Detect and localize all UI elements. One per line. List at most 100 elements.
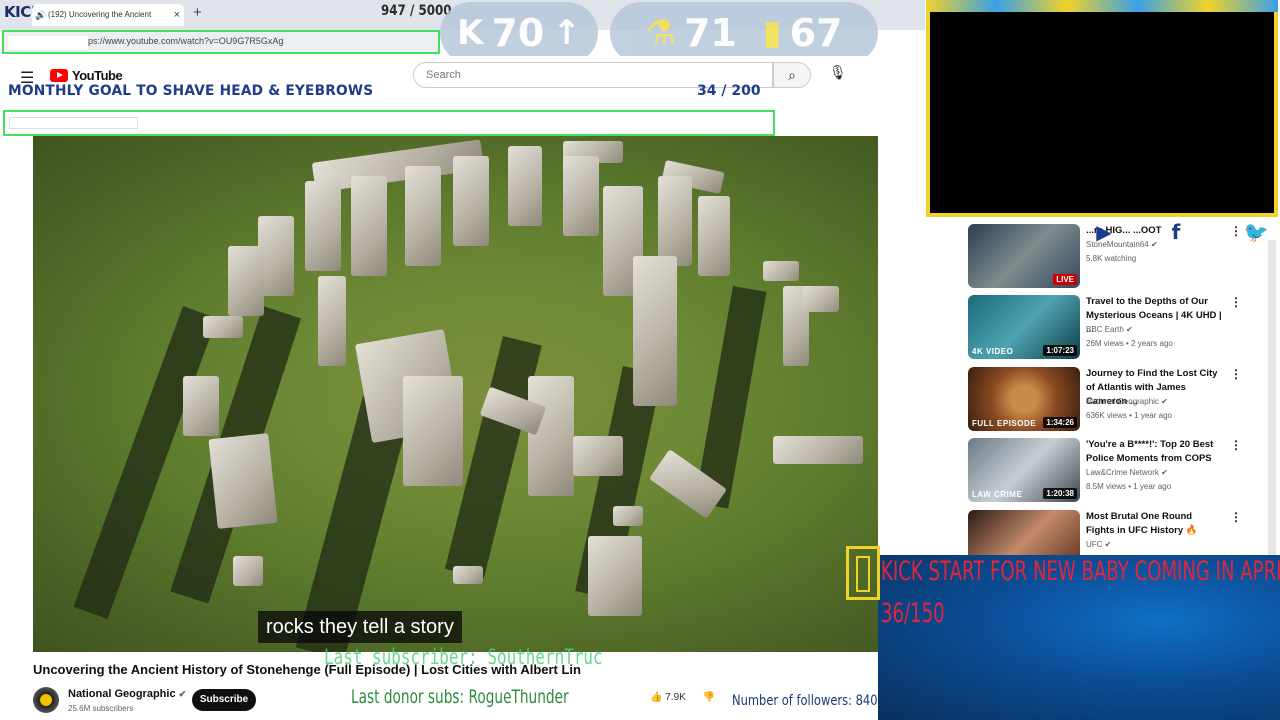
- fallen-stone: [453, 566, 483, 584]
- thumbnail-label: FULL EPISODE: [972, 419, 1037, 428]
- youtube-play-icon: [50, 69, 68, 82]
- recommendation-meta: 636K views • 1 year ago: [1086, 411, 1172, 420]
- duration-badge: 1:34:26: [1043, 417, 1077, 428]
- thumbs-down-icon[interactable]: 👎: [703, 692, 715, 703]
- goal-progress-bar: [3, 110, 775, 136]
- recommendation-meta: 26M views • 2 years ago: [1086, 339, 1173, 348]
- recommendation-meta: 8.5M views • 1 year ago: [1086, 482, 1172, 491]
- facebook-social-icon: f: [1171, 220, 1181, 244]
- recommendation-title[interactable]: Most Brutal One Round Fights in UFC Hist…: [1086, 510, 1222, 538]
- stone-upright: [508, 146, 542, 226]
- scrollbar[interactable]: [1268, 240, 1276, 560]
- duration-badge: 1:07:23: [1043, 345, 1077, 356]
- followers-stat-value: 71: [683, 11, 737, 55]
- flask-icon: ⚗: [645, 13, 676, 53]
- recommendation-item[interactable]: LAW CRIME 1:20:38 'You're a B****!': Top 2…: [968, 438, 1258, 504]
- more-options-icon[interactable]: ⋮: [1230, 438, 1242, 452]
- like-count: 7.9K: [665, 692, 686, 703]
- channel-subscribers: 25.6M subscribers: [68, 704, 134, 713]
- goal-progress-fill: [9, 117, 138, 129]
- kick-logo-icon: K: [457, 13, 484, 53]
- stone-upright: [208, 433, 278, 529]
- more-options-icon[interactable]: ⋮: [1230, 510, 1242, 524]
- recommendation-title[interactable]: 'You're a B****!': Top 20 Best Police Mo…: [1086, 438, 1222, 466]
- close-tab-icon[interactable]: ×: [174, 4, 180, 26]
- stone-upright: [588, 536, 642, 616]
- recommendation-thumbnail[interactable]: 4K VIDEO 1:07:23: [968, 295, 1080, 359]
- fallen-stone: [573, 436, 623, 476]
- stats-pill: ⚗ 71 ▮ 67: [610, 2, 878, 64]
- kicks-stat-pill: K 70 ↑: [440, 2, 598, 64]
- recommendation-item[interactable]: 4K VIDEO 1:07:23 Travel to the Depths of O…: [968, 295, 1258, 361]
- recommendation-thumbnail[interactable]: LAW CRIME 1:20:38: [968, 438, 1080, 502]
- thumbnail-label: LAW CRIME: [972, 490, 1023, 499]
- recommendation-item[interactable]: FULL EPISODE 1:34:26 Journey to Find the L…: [968, 367, 1258, 433]
- channel-name[interactable]: National Geographic ✔: [68, 688, 186, 700]
- tab-title: (192) Uncovering the Ancient: [48, 10, 152, 19]
- webcam-frame: [926, 2, 1278, 217]
- duration-badge: 1:20:38: [1043, 488, 1077, 499]
- youtube-social-icon: ▶: [1096, 220, 1112, 244]
- kick-progress-counter: 947 / 5000: [381, 3, 452, 19]
- channel-name-text: National Geographic: [68, 688, 176, 700]
- fallen-stone: [803, 286, 839, 312]
- stone-upright: [403, 376, 463, 486]
- video-caption: rocks they tell a story: [258, 611, 462, 643]
- arrow-up-icon: ↑: [552, 13, 581, 53]
- new-tab-icon[interactable]: +: [193, 4, 202, 21]
- stone-upright: [183, 376, 219, 436]
- stone-upright: [563, 156, 599, 236]
- thumbnail-label: 4K VIDEO: [972, 347, 1014, 356]
- browser-tab[interactable]: 🔊 (192) Uncovering the Ancient ×: [32, 4, 184, 26]
- kicks-stat-value: 70: [491, 11, 545, 55]
- fallen-stone: [773, 436, 863, 464]
- address-bar[interactable]: ps://www.youtube.com/watch?v=OU9G7R5GxAg: [2, 30, 440, 54]
- more-options-icon[interactable]: ⋮: [1230, 367, 1242, 381]
- stone-upright: [453, 156, 489, 246]
- followers-overlay: Number of followers: 840: [732, 693, 878, 709]
- video-player[interactable]: rocks they tell a story: [33, 136, 878, 652]
- kick-start-count: 36/150: [881, 598, 945, 629]
- verified-icon: ✔: [178, 689, 187, 699]
- stone-upright: [351, 176, 387, 276]
- stone-upright: [305, 181, 341, 271]
- bar-chart-icon: ▮: [762, 13, 782, 53]
- stream-screen: KICKS 🔊 (192) Uncovering the Ancient × +…: [0, 0, 1280, 720]
- url-redaction: [8, 36, 88, 50]
- search-icon[interactable]: ⌕: [773, 62, 811, 88]
- subscribe-button[interactable]: Subscribe: [192, 689, 256, 711]
- recommendation-thumbnail[interactable]: LIVE: [968, 224, 1080, 288]
- yellow-frame-inner: [856, 556, 870, 592]
- fallen-stone: [763, 261, 799, 281]
- thumbs-up-icon: 👍: [650, 692, 663, 703]
- recommendation-thumbnail[interactable]: FULL EPISODE 1:34:26: [968, 367, 1080, 431]
- webcam-frame-top: [926, 0, 1278, 12]
- stone-upright: [658, 176, 692, 266]
- more-options-icon[interactable]: ⋮: [1230, 295, 1242, 309]
- last-subscriber-overlay: Last subscriber: SouthernTruc: [324, 645, 603, 669]
- stone-upright: [318, 276, 346, 366]
- live-badge: LIVE: [1053, 274, 1077, 285]
- viewers-stat-value: 67: [789, 11, 843, 55]
- youtube-logo-text: YouTube: [72, 68, 123, 83]
- youtube-logo[interactable]: YouTube: [50, 68, 123, 83]
- stone-upright: [698, 196, 730, 276]
- fallen-stone: [233, 556, 263, 586]
- recommendation-channel[interactable]: BBC Earth ✔: [1086, 325, 1133, 334]
- stone-upright: [528, 376, 574, 496]
- recommendation-channel[interactable]: UFC ✔: [1086, 540, 1111, 549]
- mic-icon[interactable]: 🎙: [829, 64, 847, 81]
- channel-avatar[interactable]: [33, 687, 59, 713]
- recommendation-channel[interactable]: Law&Crime Network ✔: [1086, 468, 1168, 477]
- monthly-goal-text: MONTHLY GOAL TO SHAVE HEAD & EYEBROWS: [8, 83, 374, 99]
- kick-start-title: KICK START FOR NEW BABY COMING IN APRIL: [881, 556, 1280, 587]
- recommendation-meta: 5.8K watching: [1086, 254, 1137, 263]
- last-donor-overlay: Last donor subs: RogueThunder: [351, 686, 569, 708]
- monthly-goal-count: 34 / 200: [697, 83, 761, 99]
- like-button[interactable]: 👍 7.9K 👎: [650, 692, 715, 703]
- fallen-stone: [613, 506, 643, 526]
- url-text: ps://www.youtube.com/watch?v=OU9G7R5GxAg: [88, 36, 284, 46]
- recommendation-channel[interactable]: National Geographic ✔: [1086, 397, 1168, 406]
- stone-upright: [228, 246, 264, 316]
- stone-upright: [633, 256, 677, 406]
